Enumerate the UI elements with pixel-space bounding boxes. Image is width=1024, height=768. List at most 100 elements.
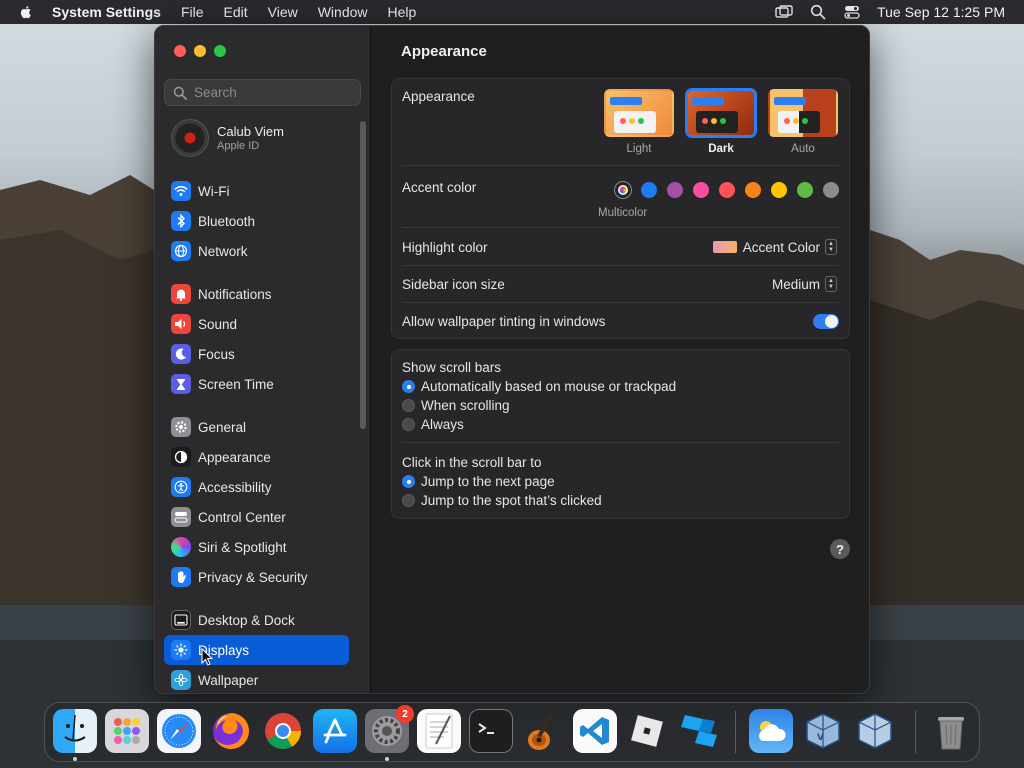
chrome-icon[interactable] (261, 709, 305, 753)
radio-label: Jump to the next page (421, 474, 555, 489)
apple-id-account[interactable]: Calub Viem Apple ID (171, 119, 284, 157)
appearance-option-dark[interactable]: Dark (685, 89, 757, 155)
spotlight-search-icon[interactable] (809, 3, 827, 21)
sidebar-scrollbar[interactable] (360, 121, 366, 429)
highlight-color-popup[interactable]: Accent Color ▲ ▼ (712, 239, 837, 255)
radio-button[interactable] (402, 380, 415, 393)
sidebar-item-label: Desktop & Dock (198, 612, 295, 628)
menu-help[interactable]: Help (388, 4, 417, 20)
sidebar-item-general[interactable]: General (164, 412, 349, 442)
sidebar-item-desktop-dock[interactable]: Desktop & Dock (164, 605, 349, 635)
flower-icon (171, 670, 191, 690)
sidebar-search[interactable] (164, 79, 361, 106)
control-center-toggle-icon[interactable] (843, 3, 861, 21)
menu-file[interactable]: File (181, 4, 204, 20)
search-icon (173, 86, 187, 100)
sidebar-item-wifi[interactable]: Wi-Fi (164, 176, 349, 206)
bluetooth-icon (171, 211, 191, 231)
radio-label: Jump to the spot that’s clicked (421, 493, 602, 508)
menu-edit[interactable]: Edit (224, 4, 248, 20)
sidebar-item-screen-time[interactable]: Screen Time (164, 369, 349, 399)
accent-swatch[interactable] (719, 182, 735, 198)
wallpaper-tinting-toggle[interactable] (813, 314, 839, 329)
screen-mirroring-icon[interactable] (775, 3, 793, 21)
accent-swatch[interactable] (823, 182, 839, 198)
accent-swatch[interactable] (641, 182, 657, 198)
trash-icon[interactable] (929, 709, 973, 753)
close-window-button[interactable] (174, 45, 186, 57)
virtualbox-vm-icon[interactable] (853, 709, 897, 753)
auto-theme-thumbnail (768, 89, 838, 137)
minimize-window-button[interactable] (194, 45, 206, 57)
sidebar-item-label: Bluetooth (198, 213, 256, 229)
radio-button[interactable] (402, 475, 415, 488)
accent-swatch[interactable] (771, 182, 787, 198)
sidebar-item-network[interactable]: Network (164, 236, 349, 266)
click-scroll-option-spot-clicked[interactable]: Jump to the spot that’s clicked (402, 493, 602, 508)
highlight-color-label: Highlight color (402, 240, 488, 255)
roblox-studio-icon[interactable] (677, 709, 721, 753)
system-settings-icon[interactable]: 2 (365, 705, 414, 753)
firefox-icon[interactable] (209, 709, 253, 753)
sidebar-item-displays[interactable]: Displays (164, 635, 349, 665)
menu-bar-clock[interactable]: Tue Sep 12 1:25 PM (877, 4, 1005, 20)
sidebar-item-focus[interactable]: Focus (164, 339, 349, 369)
sidebar-item-privacy-security[interactable]: Privacy & Security (164, 562, 349, 592)
sidebar-item-sound[interactable]: Sound (164, 309, 349, 339)
scroll-bar-settings-group: Show scroll bars Automatically based on … (391, 349, 850, 519)
radio-button[interactable] (402, 494, 415, 507)
launchpad-icon[interactable] (105, 709, 149, 753)
accent-swatch[interactable] (693, 182, 709, 198)
garageband-icon[interactable] (521, 709, 565, 753)
accent-swatch[interactable] (667, 182, 683, 198)
app-store-icon[interactable] (313, 709, 357, 753)
accent-multicolor-swatch[interactable] (614, 181, 632, 199)
sidebar-item-label: Control Center (198, 509, 286, 525)
appearance-option-light[interactable]: Light (603, 89, 675, 155)
virtualbox-icon[interactable]: V (801, 709, 845, 753)
scroll-bars-option-when-scrolling[interactable]: When scrolling (402, 398, 510, 413)
mouse-pointer-icon (201, 648, 213, 666)
safari-icon[interactable] (157, 709, 201, 753)
textedit-icon[interactable] (417, 709, 461, 753)
accent-swatch[interactable] (797, 182, 813, 198)
radio-button[interactable] (402, 399, 415, 412)
sidebar-icon-size-popup[interactable]: Medium ▲ ▼ (772, 276, 837, 292)
radio-button[interactable] (402, 418, 415, 431)
sidebar-item-siri-spotlight[interactable]: Siri & Spotlight (164, 532, 349, 562)
scroll-bars-option-automatic[interactable]: Automatically based on mouse or trackpad (402, 379, 676, 394)
weather-icon[interactable] (749, 709, 793, 753)
highlight-color-swatch (712, 241, 737, 253)
sidebar-item-label: Appearance (198, 449, 271, 465)
terminal-icon[interactable] (469, 709, 513, 753)
help-button[interactable]: ? (830, 539, 850, 559)
dark-theme-thumbnail (686, 89, 756, 137)
zoom-window-button[interactable] (214, 45, 226, 57)
light-theme-thumbnail (604, 89, 674, 137)
finder-icon[interactable] (53, 709, 97, 753)
sidebar-item-bluetooth[interactable]: Bluetooth (164, 206, 349, 236)
dock-icon (171, 610, 191, 630)
sidebar-item-label: Accessibility (198, 479, 272, 495)
sidebar-item-accessibility[interactable]: Accessibility (164, 472, 349, 502)
radio-label: When scrolling (421, 398, 510, 413)
click-scroll-option-next-page[interactable]: Jump to the next page (402, 474, 555, 489)
apple-logo-icon[interactable] (18, 4, 34, 20)
menu-window[interactable]: Window (318, 4, 368, 20)
scroll-bars-option-always[interactable]: Always (402, 417, 464, 432)
accent-swatch[interactable] (745, 182, 761, 198)
sidebar-item-label: General (198, 419, 247, 435)
search-input[interactable] (194, 85, 344, 100)
sidebar-item-wallpaper[interactable]: Wallpaper (164, 665, 349, 693)
roblox-icon[interactable] (625, 709, 669, 753)
appearance-option-auto[interactable]: Auto (767, 89, 839, 155)
svg-text:V: V (817, 733, 824, 743)
menu-app-name[interactable]: System Settings (52, 4, 161, 20)
sidebar-item-label: Screen Time (198, 376, 274, 392)
sidebar-item-appearance[interactable]: Appearance (164, 442, 349, 472)
sidebar-item-notifications[interactable]: Notifications (164, 279, 349, 309)
vscode-icon[interactable] (573, 709, 617, 753)
sidebar-item-control-center[interactable]: Control Center (164, 502, 349, 532)
menu-view[interactable]: View (268, 4, 298, 20)
appearance-settings-group: Appearance Light Dark Auto Accent color … (391, 78, 850, 339)
